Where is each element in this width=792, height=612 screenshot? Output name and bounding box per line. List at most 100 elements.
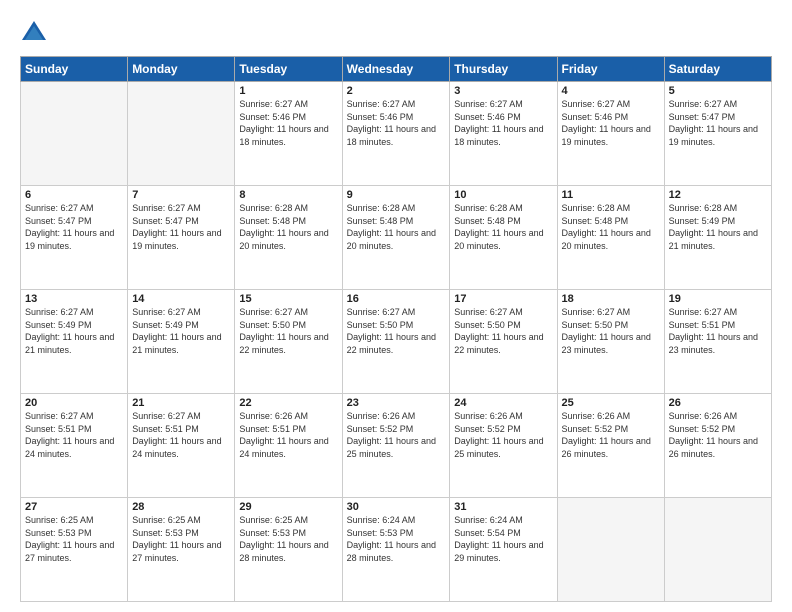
- sunrise-text: Sunrise: 6:27 AM: [562, 307, 631, 317]
- calendar-day-cell: 1Sunrise: 6:27 AMSunset: 5:46 PMDaylight…: [235, 82, 342, 186]
- sunrise-text: Sunrise: 6:26 AM: [347, 411, 416, 421]
- day-number: 4: [562, 85, 660, 97]
- sunset-text: Sunset: 5:46 PM: [239, 112, 306, 122]
- day-info: Sunrise: 6:26 AM Sunset: 5:52 PM Daylight:…: [347, 410, 446, 460]
- daylight-text: Daylight: 11 hours and 24 minutes.: [25, 436, 114, 459]
- calendar-day-cell: 18Sunrise: 6:27 AMSunset: 5:50 PMDayligh…: [557, 290, 664, 394]
- daylight-text: Daylight: 11 hours and 22 minutes.: [454, 332, 543, 355]
- daylight-text: Daylight: 11 hours and 19 minutes.: [562, 124, 651, 147]
- sunrise-text: Sunrise: 6:27 AM: [132, 307, 201, 317]
- day-info: Sunrise: 6:28 AMSunset: 5:48 PMDaylight:…: [347, 202, 446, 252]
- sunrise-text: Sunrise: 6:24 AM: [347, 515, 416, 525]
- calendar-day-cell: [128, 82, 235, 186]
- sunrise-text: Sunrise: 6:27 AM: [562, 99, 631, 109]
- calendar-table: SundayMondayTuesdayWednesdayThursdayFrid…: [20, 56, 772, 602]
- calendar-day-cell: 14Sunrise: 6:27 AMSunset: 5:49 PMDayligh…: [128, 290, 235, 394]
- sunrise-text: Sunrise: 6:27 AM: [25, 203, 94, 213]
- sunset-text: Sunset: 5:51 PM: [25, 424, 92, 434]
- calendar-day-cell: 31Sunrise: 6:24 AMSunset: 5:54 PMDayligh…: [450, 498, 557, 602]
- day-number: 2: [347, 85, 446, 97]
- sunrise-text: Sunrise: 6:28 AM: [454, 203, 523, 213]
- day-info: Sunrise: 6:27 AMSunset: 5:50 PMDaylight:…: [562, 306, 660, 356]
- calendar-day-cell: 11Sunrise: 6:28 AMSunset: 5:48 PMDayligh…: [557, 186, 664, 290]
- day-number: 9: [347, 189, 446, 201]
- day-number: 20: [25, 397, 123, 409]
- day-number: 8: [239, 189, 337, 201]
- day-info: Sunrise: 6:28 AMSunset: 5:48 PMDaylight:…: [239, 202, 337, 252]
- sunset-text: Sunset: 5:48 PM: [454, 216, 521, 226]
- day-number: 30: [347, 501, 446, 513]
- sunset-text: Sunset: 5:46 PM: [562, 112, 629, 122]
- calendar-day-cell: 17Sunrise: 6:27 AMSunset: 5:50 PMDayligh…: [450, 290, 557, 394]
- day-info: Sunrise: 6:26 AMSunset: 5:52 PMDaylight:…: [669, 410, 767, 460]
- daylight-text: Daylight: 11 hours and 29 minutes.: [454, 540, 543, 563]
- day-number: 10: [454, 189, 552, 201]
- daylight-text: Daylight: 11 hours and 24 minutes.: [132, 436, 221, 459]
- day-number: 7: [132, 189, 230, 201]
- day-info: Sunrise: 6:24 AM Sunset: 5:53 PM Daylight:…: [347, 514, 446, 564]
- day-info: Sunrise: 6:27 AMSunset: 5:46 PMDaylight:…: [347, 98, 446, 148]
- weekday-header: Tuesday: [235, 57, 342, 82]
- daylight-text: Daylight: 11 hours and 26 minutes.: [669, 436, 758, 459]
- calendar-day-cell: 16Sunrise: 6:27 AMSunset: 5:50 PMDayligh…: [342, 290, 450, 394]
- sunrise-text: Sunrise: 6:28 AM: [239, 203, 308, 213]
- day-info: Sunrise: 6:27 AMSunset: 5:47 PMDaylight:…: [669, 98, 767, 148]
- sunrise-text: Sunrise: 6:26 AM: [239, 411, 308, 421]
- sunset-text: Sunset: 5:47 PM: [25, 216, 92, 226]
- calendar-day-cell: 10 Sunrise: 6:28 AM Sunset: 5:48 PM Dayligh…: [450, 186, 557, 290]
- sunset-text: Sunset: 5:53 PM: [25, 528, 92, 538]
- sunset-text: Sunset: 5:49 PM: [25, 320, 92, 330]
- day-info: Sunrise: 6:27 AMSunset: 5:47 PMDaylight:…: [132, 202, 230, 252]
- daylight-text: Daylight: 11 hours and 19 minutes.: [25, 228, 114, 251]
- logo: [20, 18, 52, 46]
- sunrise-text: Sunrise: 6:26 AM: [669, 411, 738, 421]
- sunset-text: Sunset: 5:51 PM: [132, 424, 199, 434]
- sunset-text: Sunset: 5:53 PM: [347, 528, 414, 538]
- day-number: 12: [669, 189, 767, 201]
- sunset-text: Sunset: 5:49 PM: [132, 320, 199, 330]
- daylight-text: Daylight: 11 hours and 21 minutes.: [132, 332, 221, 355]
- daylight-text: Daylight: 11 hours and 25 minutes.: [347, 436, 436, 459]
- day-number: 16: [347, 293, 446, 305]
- sunrise-text: Sunrise: 6:27 AM: [239, 307, 308, 317]
- sunset-text: Sunset: 5:48 PM: [562, 216, 629, 226]
- daylight-text: Daylight: 11 hours and 28 minutes.: [239, 540, 328, 563]
- day-info: Sunrise: 6:28 AM Sunset: 5:48 PM Daylight:…: [454, 202, 552, 252]
- daylight-text: Daylight: 11 hours and 24 minutes.: [239, 436, 328, 459]
- day-number: 17: [454, 293, 552, 305]
- daylight-text: Daylight: 11 hours and 22 minutes.: [239, 332, 328, 355]
- calendar-day-cell: [21, 82, 128, 186]
- sunset-text: Sunset: 5:51 PM: [669, 320, 736, 330]
- day-number: 31: [454, 501, 552, 513]
- day-info: Sunrise: 6:27 AM Sunset: 5:47 PM Daylight:…: [25, 202, 123, 252]
- sunrise-text: Sunrise: 6:28 AM: [669, 203, 738, 213]
- sunset-text: Sunset: 5:49 PM: [669, 216, 736, 226]
- calendar-day-cell: 21Sunrise: 6:27 AMSunset: 5:51 PMDayligh…: [128, 394, 235, 498]
- day-number: 27: [25, 501, 123, 513]
- daylight-text: Daylight: 11 hours and 22 minutes.: [347, 332, 436, 355]
- day-number: 3: [454, 85, 552, 97]
- day-number: 5: [669, 85, 767, 97]
- daylight-text: Daylight: 11 hours and 20 minutes.: [454, 228, 543, 251]
- day-info: Sunrise: 6:27 AMSunset: 5:50 PMDaylight:…: [347, 306, 446, 356]
- sunset-text: Sunset: 5:46 PM: [454, 112, 521, 122]
- day-info: Sunrise: 6:27 AMSunset: 5:50 PMDaylight:…: [454, 306, 552, 356]
- day-info: Sunrise: 6:27 AMSunset: 5:50 PMDaylight:…: [239, 306, 337, 356]
- day-number: 24: [454, 397, 552, 409]
- day-info: Sunrise: 6:28 AMSunset: 5:49 PMDaylight:…: [669, 202, 767, 252]
- daylight-text: Daylight: 11 hours and 28 minutes.: [347, 540, 436, 563]
- daylight-text: Daylight: 11 hours and 25 minutes.: [454, 436, 543, 459]
- calendar-day-cell: 15Sunrise: 6:27 AMSunset: 5:50 PMDayligh…: [235, 290, 342, 394]
- calendar-header-row: SundayMondayTuesdayWednesdayThursdayFrid…: [21, 57, 772, 82]
- calendar-week-row: 6Sunrise: 6:27 AMSunset: 5:47 PMDaylight…: [21, 186, 772, 290]
- sunrise-text: Sunrise: 6:26 AM: [454, 411, 523, 421]
- sunrise-text: Sunrise: 6:25 AM: [239, 515, 308, 525]
- calendar-day-cell: 4 Sunrise: 6:27 AM Sunset: 5:46 PM Daylight…: [557, 82, 664, 186]
- calendar-day-cell: 29Sunrise: 6:25 AMSunset: 5:53 PMDayligh…: [235, 498, 342, 602]
- day-number: 13: [25, 293, 123, 305]
- daylight-text: Daylight: 11 hours and 21 minutes.: [25, 332, 114, 355]
- sunset-text: Sunset: 5:52 PM: [347, 424, 414, 434]
- daylight-text: Daylight: 11 hours and 19 minutes.: [132, 228, 221, 251]
- daylight-text: Daylight: 11 hours and 20 minutes.: [562, 228, 651, 251]
- calendar-day-cell: 12Sunrise: 6:28 AMSunset: 5:49 PMDayligh…: [664, 186, 771, 290]
